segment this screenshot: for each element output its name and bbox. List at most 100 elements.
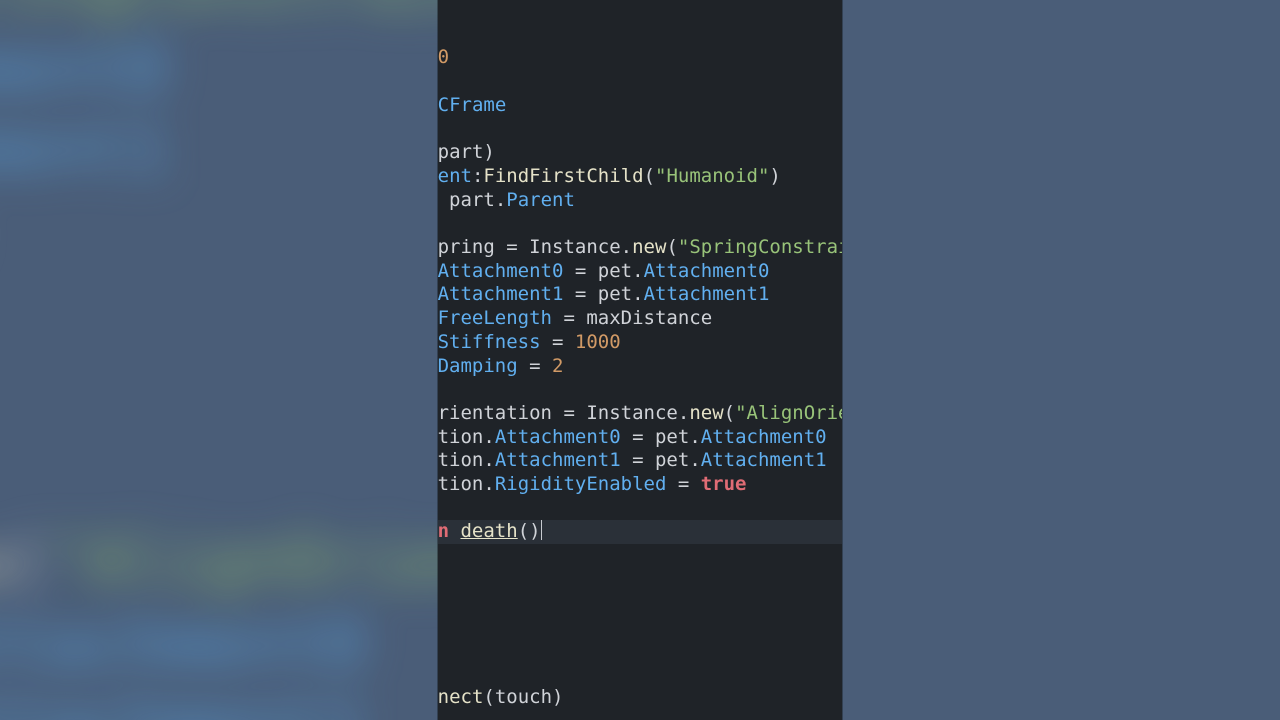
- token-prop: Attachment0: [438, 260, 563, 282]
- token-op: (: [483, 686, 494, 708]
- token-op: =: [563, 260, 597, 282]
- token-id: orientation: [438, 449, 483, 471]
- code-line[interactable]: orientation.Attachment1 = pet.Attachment…: [438, 449, 842, 473]
- token-op: .: [689, 426, 700, 448]
- token-prop: Stiffness: [438, 331, 541, 353]
- code-line[interactable]: [438, 378, 842, 402]
- code-line[interactable]: [438, 663, 842, 687]
- token-id: pet: [598, 283, 632, 305]
- token-str: "AlignOrientation": [735, 402, 842, 424]
- token-fn: new: [689, 402, 723, 424]
- token-prop: Attachment0: [0, 606, 365, 682]
- code-line[interactable]: pet.Touched:Connect(touch): [438, 686, 842, 710]
- code-line[interactable]: value = part.Parent: [438, 189, 842, 213]
- token-id: orientation: [438, 473, 483, 495]
- token-id: pet: [655, 426, 689, 448]
- code-line[interactable]: end: [438, 568, 842, 592]
- token-prop: Damping: [438, 355, 518, 377]
- token-prop: Attachment1: [438, 283, 563, 305]
- token-prop: Attachment0: [701, 426, 827, 448]
- code-line[interactable]: if part.Parent:FindFirstChild("Humanoid"…: [438, 165, 842, 189]
- token-op: .: [483, 473, 494, 495]
- code-line[interactable]: [438, 592, 842, 616]
- token-prop: Attachment1: [701, 449, 827, 471]
- code-line[interactable]: spring.Damping = 2: [438, 355, 842, 379]
- token-id: Instance: [586, 402, 678, 424]
- code-line[interactable]: maxDistance = 10: [438, 46, 842, 70]
- code-line[interactable]: orientation.Attachment0 = pet.Attachment…: [438, 426, 842, 450]
- code-line[interactable]: startPos = pet.CFrame: [438, 94, 842, 118]
- token-prop: RigidityEnabled: [495, 473, 667, 495]
- token-str: "SpringConstraint": [678, 236, 842, 258]
- token-prop: Attachment1: [495, 449, 621, 471]
- token-fn: Connect: [438, 686, 483, 708]
- token-op: .: [483, 449, 494, 471]
- token-num: 10: [438, 46, 449, 68]
- token-kw: true: [701, 473, 747, 495]
- token-fn: new: [0, 524, 8, 600]
- token-op: .: [483, 426, 494, 448]
- code-line[interactable]: local spring = Instance.new("SpringConst…: [438, 236, 842, 260]
- code-line[interactable]: local orientation = Instance.new("AlignO…: [438, 402, 842, 426]
- token-op: (: [644, 165, 655, 187]
- code-line[interactable]: spring.Attachment0 = pet.Attachment0: [438, 260, 842, 284]
- token-prop: Attachment0: [495, 426, 621, 448]
- token-op: =: [621, 449, 655, 471]
- code-line[interactable]: end: [438, 615, 842, 639]
- token-prop: Parent: [506, 189, 575, 211]
- token-op: .: [678, 402, 689, 424]
- token-op: =: [495, 236, 529, 258]
- token-op: .: [632, 260, 643, 282]
- token-num: 2: [552, 355, 563, 377]
- token-op: [449, 520, 460, 542]
- code-line[interactable]: value = nil: [438, 0, 842, 23]
- token-decl: death: [460, 520, 517, 542]
- token-id: orientation: [438, 402, 552, 424]
- token-prop: Attachment0: [644, 260, 770, 282]
- token-id: Instance: [529, 236, 621, 258]
- token-op: ): [483, 141, 494, 163]
- token-id: orientation: [438, 426, 483, 448]
- code-line[interactable]: function touch(part): [438, 141, 842, 165]
- code-line[interactable]: spring.Attachment1 = pet.Attachment1: [438, 283, 842, 307]
- token-op: =: [518, 355, 552, 377]
- token-fn: new: [632, 236, 666, 258]
- code-line[interactable]: [438, 212, 842, 236]
- token-op: .: [632, 283, 643, 305]
- token-op: .: [621, 236, 632, 258]
- code-line[interactable]: function death(): [438, 520, 842, 544]
- token-id: part: [449, 189, 495, 211]
- token-prop: Parent: [438, 165, 472, 187]
- code-line[interactable]: [438, 639, 842, 663]
- code-content[interactable]: value = nil maxDistance = 10 startPos = …: [438, 0, 842, 710]
- token-op: =: [666, 473, 700, 495]
- code-line[interactable]: [438, 544, 842, 568]
- token-op: =: [621, 426, 655, 448]
- token-id: maxDistance: [586, 307, 712, 329]
- code-line[interactable]: spring.FreeLength = maxDistance: [438, 307, 842, 331]
- code-line[interactable]: spring.Stiffness = 1000: [438, 331, 842, 355]
- token-op: =: [552, 402, 586, 424]
- token-op: .: [689, 449, 700, 471]
- token-prop: Attachment1: [0, 114, 167, 190]
- token-id: pet: [598, 260, 632, 282]
- viewport: value = nil maxDistance = 10 startPos = …: [0, 0, 1280, 720]
- token-id: spring: [438, 236, 495, 258]
- text-cursor: [541, 520, 542, 540]
- token-id: touch: [495, 686, 552, 708]
- token-op: ): [769, 165, 780, 187]
- code-editor-strip[interactable]: value = nil maxDistance = 10 startPos = …: [438, 0, 842, 720]
- token-fn: FindFirstChild: [483, 165, 643, 187]
- code-line[interactable]: [438, 497, 842, 521]
- code-line[interactable]: [438, 118, 842, 142]
- token-prop: Attachment1: [0, 689, 365, 720]
- code-line[interactable]: [438, 23, 842, 47]
- token-op: :: [472, 165, 483, 187]
- token-op: (: [666, 236, 677, 258]
- token-op: ): [552, 686, 563, 708]
- token-kw: function: [438, 520, 449, 542]
- token-op: (: [724, 402, 735, 424]
- code-line[interactable]: [438, 70, 842, 94]
- token-op: .: [495, 189, 506, 211]
- code-line[interactable]: orientation.RigidityEnabled = true: [438, 473, 842, 497]
